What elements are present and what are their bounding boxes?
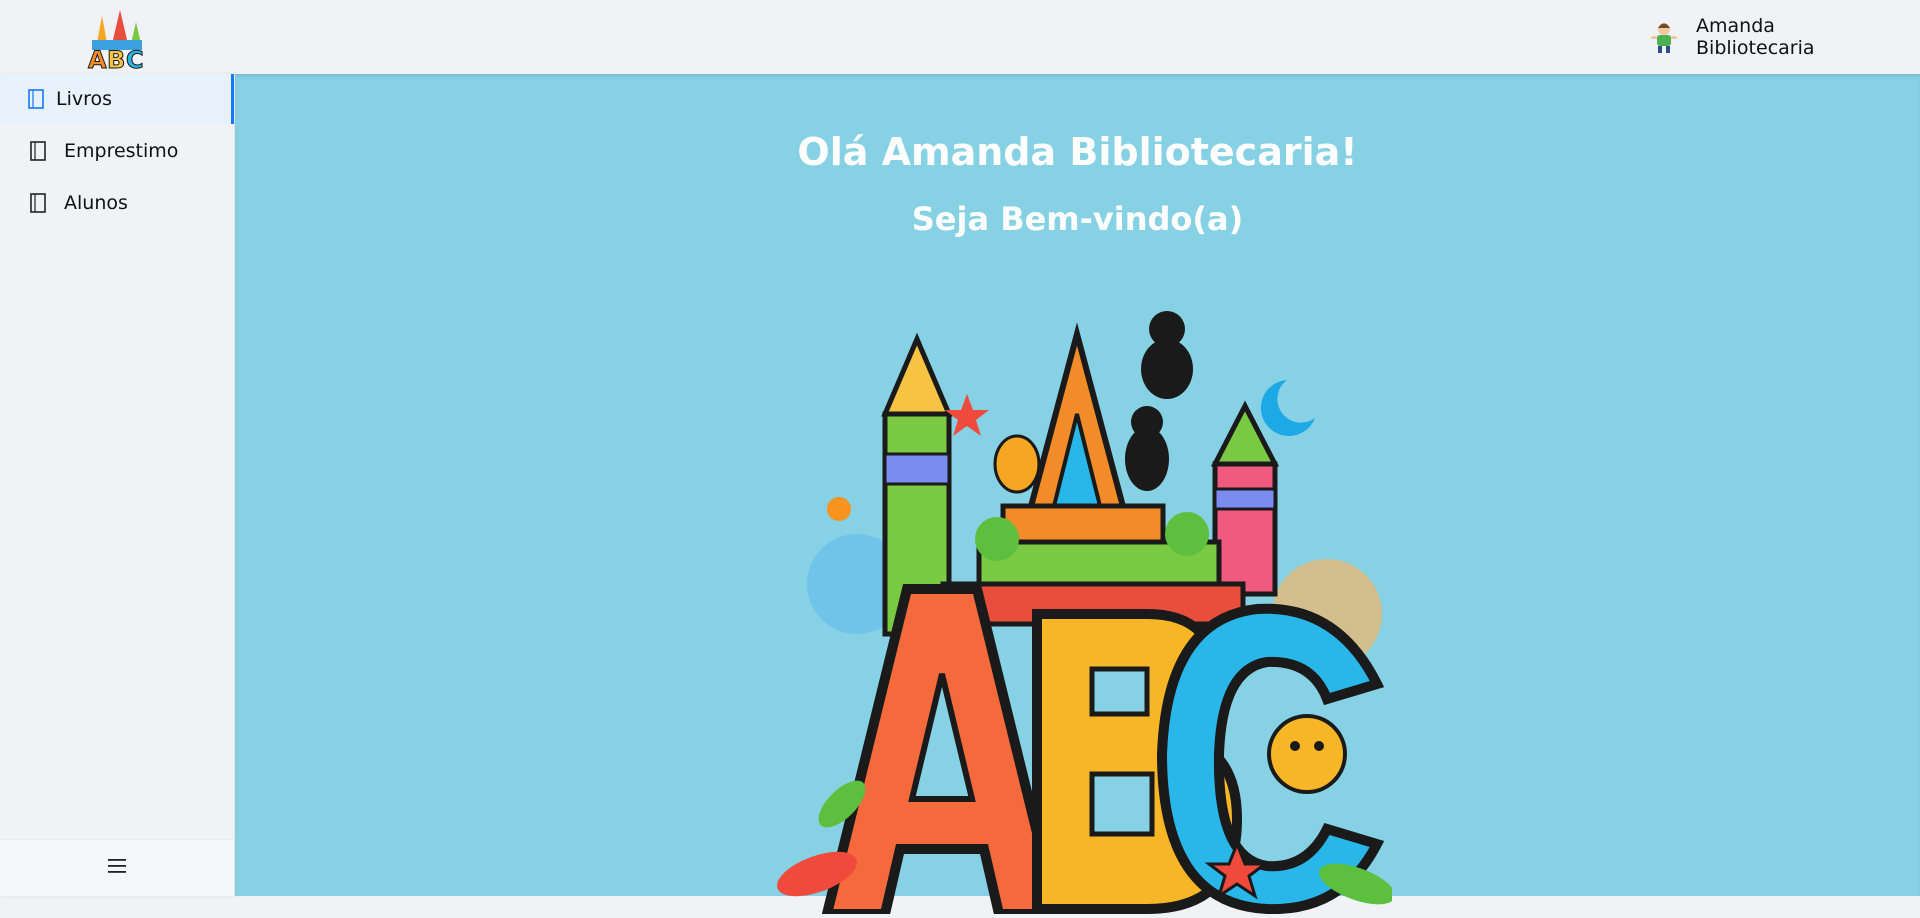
abc-illustration xyxy=(767,284,1395,918)
sidebar-item-label: Alunos xyxy=(64,192,128,214)
welcome-subtitle: Seja Bem-vindo(a) xyxy=(911,200,1244,238)
book-icon xyxy=(28,89,44,109)
user-menu[interactable]: Amanda Bibliotecaria xyxy=(1624,0,1896,75)
sidebar-item-label: Livros xyxy=(56,88,113,110)
user-avatar-icon[interactable] xyxy=(1646,19,1682,55)
sidebar: Livros Emprestimo Alunos xyxy=(0,74,235,896)
sidebar-item-livros[interactable]: Livros xyxy=(0,74,234,124)
sidebar-item-alunos[interactable]: Alunos xyxy=(0,178,234,228)
svg-text:B: B xyxy=(107,46,125,70)
svg-text:C: C xyxy=(126,46,144,70)
book-icon xyxy=(30,141,46,161)
svg-text:A: A xyxy=(88,46,107,70)
sidebar-collapse-button[interactable] xyxy=(0,839,234,896)
menu-icon[interactable] xyxy=(108,858,126,878)
sidebar-item-label: Emprestimo xyxy=(64,140,179,162)
book-icon xyxy=(30,193,46,213)
main-content: Olá Amanda Bibliotecaria! Seja Bem-vindo… xyxy=(235,74,1920,918)
top-header: A B C Amanda Bibliotecaria xyxy=(0,0,1920,75)
abc-logo-icon[interactable]: A B C xyxy=(82,8,150,75)
greeting-title: Olá Amanda Bibliotecaria! xyxy=(797,130,1358,174)
sidebar-item-emprestimo[interactable]: Emprestimo xyxy=(0,126,234,176)
user-name[interactable]: Amanda Bibliotecaria xyxy=(1696,15,1896,59)
